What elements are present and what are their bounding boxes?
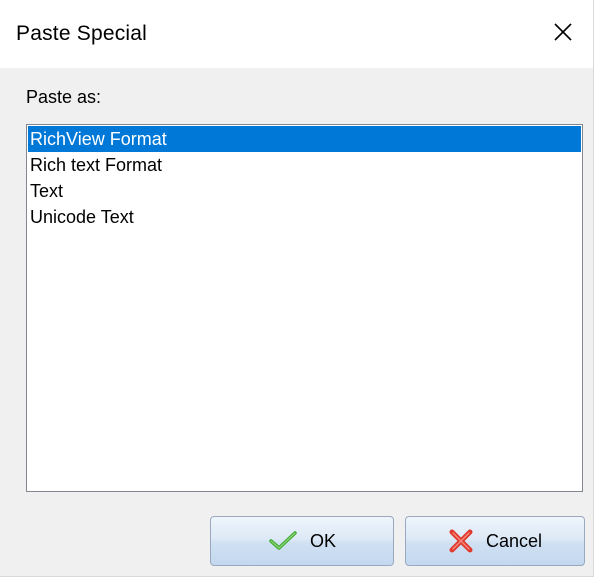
dialog-title: Paste Special <box>16 22 148 45</box>
close-button[interactable] <box>533 0 593 68</box>
close-icon <box>553 22 573 47</box>
list-item-text[interactable]: Text <box>28 178 581 204</box>
format-listbox[interactable]: RichView Format Rich text Format Text Un… <box>26 124 583 492</box>
list-item-richview-format[interactable]: RichView Format <box>28 126 581 152</box>
paste-as-label: Paste as: <box>26 87 102 107</box>
red-x-icon <box>448 528 474 554</box>
list-item-rich-text-format[interactable]: Rich text Format <box>28 152 581 178</box>
cancel-label: Cancel <box>485 530 543 551</box>
paste-special-dialog: Paste Special Paste as: RichView Format … <box>0 0 594 577</box>
list-item-unicode-text[interactable]: Unicode Text <box>28 204 581 230</box>
check-icon <box>268 530 298 552</box>
ok-button[interactable]: OK <box>210 516 394 566</box>
dialog-body: Paste as: RichView Format Rich text Form… <box>0 68 593 576</box>
cancel-button[interactable]: Cancel <box>405 516 585 566</box>
title-bar: Paste Special <box>0 0 593 68</box>
ok-label: OK <box>309 530 336 551</box>
